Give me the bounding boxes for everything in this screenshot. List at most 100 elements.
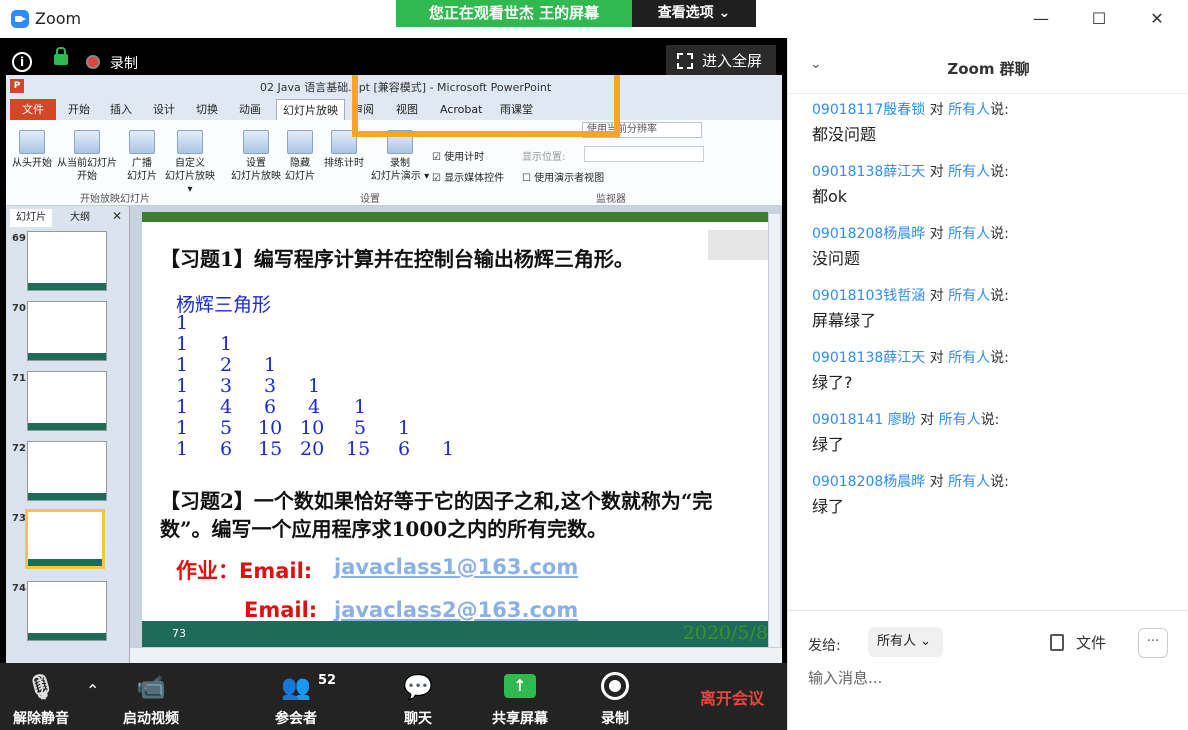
video-off-icon: 📹 (136, 673, 166, 701)
broadcast-icon (129, 130, 155, 154)
chat-button[interactable]: 💬 聊天 (380, 663, 456, 730)
tab-transitions[interactable]: 切换 (190, 99, 224, 120)
participants-label: 参会者 (275, 711, 317, 727)
leave-meeting-button[interactable]: 离开会议 (700, 685, 764, 709)
tab-animations[interactable]: 动画 (233, 99, 267, 120)
chat-label: 聊天 (404, 711, 432, 727)
display-position-select[interactable] (584, 146, 704, 162)
slide-thumbnail-69[interactable] (27, 231, 107, 291)
chat-message: 09018208杨晨晔 对 所有人说: 没问题 (812, 226, 1009, 268)
screen-share-banner: 您正在观看世杰 王的屏幕 (396, 0, 632, 27)
start-video-button[interactable]: 📹 启动视频 (110, 663, 192, 730)
pane-tab-outline[interactable]: 大纲 (64, 209, 96, 227)
email-link-2[interactable]: javaclass2@163.com (334, 598, 578, 622)
record-show-label: 录制 幻灯片演示 ▾ (370, 158, 430, 182)
hide-slide-button[interactable]: 隐藏 幻灯片 (284, 130, 316, 183)
fullscreen-button[interactable]: 进入全屏 (666, 45, 776, 77)
homework-label: 作业：Email: (176, 559, 313, 583)
send-to-label: 发给: (808, 638, 841, 654)
presenter-view-label: 使用演示者视图 (534, 173, 605, 184)
slide-thumbnail-71[interactable] (27, 371, 107, 431)
lock-icon[interactable] (54, 47, 68, 65)
thumb-number-69: 69 (12, 233, 26, 244)
group-setup-label: 设置 (360, 194, 380, 205)
ppt-logo-icon: P (10, 79, 24, 93)
thumb-number-71: 71 (12, 373, 26, 384)
chat-title: Zoom 群聊 (947, 60, 1030, 78)
chat-panel: ⌄ Zoom 群聊 09018117殷春锁 对 所有人说: 都没问题 09018… (787, 38, 1188, 730)
chat-message: 09018208杨晨晔 对 所有人说: 绿了 (812, 474, 1009, 516)
slide-thumbnail-74[interactable] (27, 581, 107, 641)
broadcast-button[interactable]: 广播 幻灯片 (122, 130, 162, 183)
setup-show-button[interactable]: 设置 幻灯片放映 (230, 130, 282, 183)
use-timings-label: 使用计时 (444, 152, 485, 163)
display-position-label: 显示位置: (522, 152, 566, 163)
chat-message: 09018138薛江天 对 所有人说: 都ok (812, 164, 1009, 206)
file-label: 文件 (1076, 634, 1107, 652)
annotation-highlight-box (352, 75, 620, 137)
record-show-button[interactable]: 录制 幻灯片演示 ▾ (370, 130, 430, 183)
record-button[interactable]: 录制 (580, 663, 650, 730)
chat-bubble-icon: 💬 (403, 673, 433, 701)
setup-show-icon (243, 130, 269, 154)
tab-home[interactable]: 开始 (62, 99, 96, 120)
from-beginning-button[interactable]: 从头开始 (10, 130, 54, 170)
vertical-scrollbar[interactable] (768, 214, 780, 650)
group-start-label: 开始放映幻灯片 (80, 194, 150, 205)
presenter-view-checkbox[interactable]: ☐ 使用演示者视图 (522, 169, 604, 184)
maximize-button[interactable]: ☐ (1084, 6, 1114, 32)
file-button[interactable]: 文件 (1050, 632, 1106, 653)
email-label-2: Email: (244, 598, 318, 622)
exercise-1-text: 【习题1】编写程序计算并在控制台输出杨辉三角形。 (160, 247, 634, 271)
from-current-button[interactable]: 从当前幻灯片 开始 (56, 130, 118, 183)
tab-design[interactable]: 设计 (147, 99, 181, 120)
view-options-button[interactable]: 查看选项 ⌄ (632, 0, 756, 27)
pascal-triangle-title: 杨辉三角形 (176, 294, 272, 316)
recipient-select[interactable]: 所有人 ⌄ (868, 627, 943, 657)
recording-label: 录制 (110, 56, 138, 72)
participants-icon: 👥 (281, 673, 311, 701)
meeting-info-icon[interactable]: i (12, 52, 32, 72)
minimize-button[interactable]: — (1026, 6, 1056, 32)
slide-thumbnail-70[interactable] (27, 301, 107, 361)
close-button[interactable]: ✕ (1142, 6, 1172, 32)
pane-tab-slides[interactable]: 幻灯片 (10, 209, 52, 227)
group-monitor-label: 监视器 (596, 194, 626, 205)
rehearse-label: 排练计时 (324, 158, 364, 169)
media-controls-label: 显示媒体控件 (444, 173, 505, 184)
meeting-toolbar: 🎙 解除静音 ⌃ 📹 启动视频 👥 参会者 52 💬 聊天 ↑ 共享屏幕 录制 … (0, 663, 787, 730)
share-arrow-icon: ↑ (504, 674, 536, 698)
more-options-button[interactable]: ··· (1138, 628, 1168, 658)
slide-header-band (142, 212, 768, 222)
recipient-value: 所有人 (877, 634, 917, 649)
fullscreen-label: 进入全屏 (702, 52, 763, 70)
current-slide[interactable]: 【习题1】编写程序计算并在控制台输出杨辉三角形。 杨辉三角形 1 11 121 … (142, 212, 768, 647)
unmute-button[interactable]: 🎙 解除静音 (0, 663, 82, 730)
slide-date: 2020/5/8 (682, 622, 768, 644)
from-beginning-label: 从头开始 (12, 158, 52, 169)
message-input[interactable]: 输入消息... (808, 667, 882, 688)
shared-screen: i 录制 进入全屏 P 02 Java 语言基础.ppt [兼容模式] - Mi… (0, 38, 787, 663)
horizontal-scrollbar[interactable] (130, 647, 782, 663)
tab-insert[interactable]: 插入 (104, 99, 138, 120)
media-controls-checkbox[interactable]: ☑ 显示媒体控件 (432, 169, 504, 184)
tab-file[interactable]: 文件 (10, 99, 56, 120)
recording-dot-icon (86, 55, 100, 69)
fullscreen-icon (677, 53, 693, 69)
share-screen-button[interactable]: ↑ 共享屏幕 (482, 663, 558, 730)
custom-show-label: 自定义 幻灯片放映 ▾ (165, 158, 215, 195)
slide-thumbnail-72[interactable] (27, 441, 107, 501)
exercise-2-text: 【习题2】一个数如果恰好等于它的因子之和,这个数就称为“完数”。编写一个应用程序… (160, 489, 713, 541)
slide-thumbnail-73[interactable] (25, 509, 105, 569)
chat-message: 09018103钱哲涵 对 所有人说: 屏幕绿了 (812, 288, 1009, 330)
custom-show-button[interactable]: 自定义 幻灯片放映 ▾ (161, 130, 219, 196)
mic-muted-icon: 🎙 (25, 673, 57, 701)
slide-page-number: 73 (172, 627, 186, 640)
use-timings-checkbox[interactable]: ☑ 使用计时 (432, 148, 484, 163)
email-link-1[interactable]: javaclass1@163.com (334, 555, 578, 579)
zoom-logo-icon (11, 10, 29, 28)
window-title: Zoom (35, 9, 82, 28)
close-pane-icon[interactable]: ✕ (112, 209, 122, 223)
audio-options-chevron-icon[interactable]: ⌃ (86, 681, 99, 700)
tab-slideshow[interactable]: 幻灯片放映 (276, 99, 345, 120)
